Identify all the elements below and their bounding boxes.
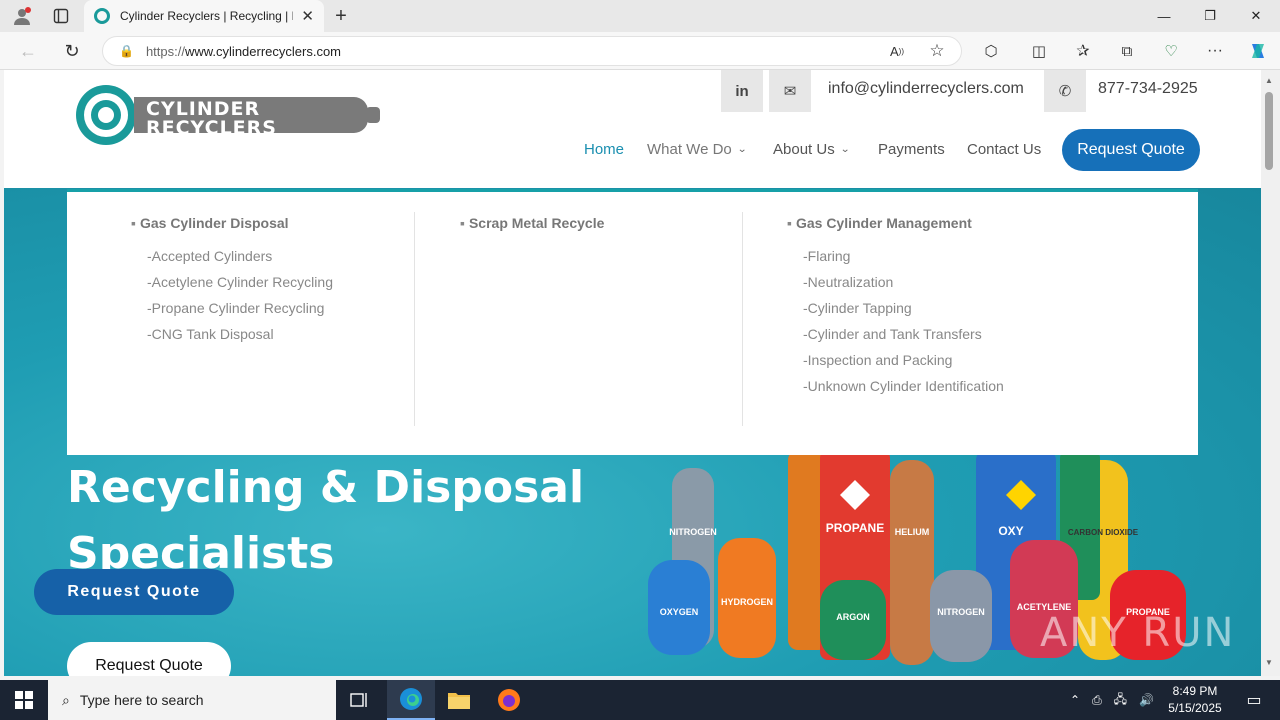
cylinder-label-oxygen: OXYGEN xyxy=(660,607,699,617)
floating-request-quote-button[interactable]: Request Quote xyxy=(34,569,234,615)
megamenu-item-cylinder-and-tank-transfers[interactable]: -Cylinder and Tank Transfers xyxy=(803,326,982,342)
split-screen-icon[interactable]: ◫ xyxy=(1028,40,1050,62)
tab-title: Cylinder Recyclers | Recycling | D xyxy=(120,9,294,23)
megamenu-column-1: ▪ Gas Cylinder Disposal -Accepted Cylinde… xyxy=(67,212,415,426)
restore-icon[interactable]: ❐ xyxy=(1187,0,1233,32)
what-we-do-megamenu: ▪ Gas Cylinder Disposal -Accepted Cylinde… xyxy=(67,189,1198,455)
cylinder-recyclers-logo[interactable]: CYLINDER RECYCLERS xyxy=(74,82,384,148)
search-icon: ⌕ xyxy=(62,691,70,708)
favorite-star-icon[interactable]: ☆ xyxy=(926,40,948,62)
copilot-icon[interactable] xyxy=(1246,40,1270,62)
web-page: CYLINDER RECYCLERS in ✉ info@cylinderrec… xyxy=(4,70,1261,676)
cylinder-label-carbon-dioxide: CARBON DIOXIDE xyxy=(1068,528,1139,537)
megamenu-item-neutralization[interactable]: -Neutralization xyxy=(803,274,893,290)
megamenu-column-3: ▪ Gas Cylinder Management -Flaring -Neutr… xyxy=(742,212,1198,426)
megamenu-item-flaring[interactable]: -Flaring xyxy=(803,248,850,264)
browser-toolbar: ← ↻ 🔒 https://www.cylinderrecyclers.com … xyxy=(0,32,1280,70)
megamenu-heading-gas-cylinder-management[interactable]: ▪ Gas Cylinder Management xyxy=(787,215,972,231)
refresh-icon[interactable]: ↻ xyxy=(60,40,84,62)
megamenu-item-accepted-cylinders[interactable]: -Accepted Cylinders xyxy=(147,248,272,264)
device-icon[interactable]: ⎙ xyxy=(1092,693,1102,708)
system-tray: ⌃ ⎙ 🖧 🔊 xyxy=(1070,680,1154,720)
hero-request-quote-button[interactable]: Request Quote xyxy=(67,642,231,676)
email-link[interactable]: info@cylinderrecyclers.com xyxy=(828,80,1024,98)
nav-about-us[interactable]: About Us ⌄ xyxy=(773,141,850,158)
logo-line2: RECYCLERS xyxy=(146,117,277,139)
browser-essentials-icon[interactable]: ♡ xyxy=(1160,40,1182,62)
cylinder-label-hydrogen: HYDROGEN xyxy=(721,597,773,607)
address-bar[interactable]: 🔒 https://www.cylinderrecyclers.com xyxy=(102,36,962,66)
nav-home[interactable]: Home xyxy=(584,141,624,158)
browser-tab-active[interactable]: Cylinder Recyclers | Recycling | D ✕ xyxy=(84,0,324,32)
phone-link[interactable]: 877-734-2925 xyxy=(1098,80,1198,98)
read-aloud-icon[interactable]: A)) xyxy=(886,41,908,61)
firefox-icon[interactable] xyxy=(485,680,533,720)
minimize-icon[interactable]: — xyxy=(1141,0,1187,32)
nav-contact-us[interactable]: Contact Us xyxy=(967,141,1041,158)
file-explorer-icon[interactable] xyxy=(435,680,483,720)
site-favicon-icon xyxy=(94,8,110,24)
clock-date: 5/15/2025 xyxy=(1168,701,1222,715)
profile-icon[interactable] xyxy=(10,6,34,26)
taskbar-clock[interactable]: 8:49 PM 5/15/2025 xyxy=(1160,683,1230,717)
megamenu-heading-gas-cylinder-disposal[interactable]: ▪ Gas Cylinder Disposal xyxy=(131,215,289,231)
scrollbar-thumb[interactable] xyxy=(1265,92,1273,170)
nav-what-we-do[interactable]: What We Do ⌄ xyxy=(647,141,747,158)
new-tab-icon[interactable]: + xyxy=(330,5,352,27)
chevron-down-icon: ⌄ xyxy=(839,144,850,155)
chevron-down-icon: ⌄ xyxy=(736,144,747,155)
megamenu-item-propane-cylinder-recycling[interactable]: -Propane Cylinder Recycling xyxy=(147,300,324,316)
more-menu-icon[interactable]: ··· xyxy=(1204,40,1226,62)
clock-time: 8:49 PM xyxy=(1172,684,1218,698)
scroll-down-icon[interactable]: ▼ xyxy=(1265,658,1273,667)
taskbar-search-placeholder: Type here to search xyxy=(79,692,204,708)
windows-start-icon[interactable] xyxy=(0,680,48,720)
windows-taskbar: ⌕ Type here to search ⌃ ⎙ 🖧 🔊 8:49 PM 5/… xyxy=(0,680,1280,720)
lock-icon[interactable]: 🔒 xyxy=(119,44,134,58)
email-icon[interactable]: ✉ xyxy=(769,70,811,112)
browser-tabstrip: Cylinder Recyclers | Recycling | D ✕ + —… xyxy=(0,0,1280,32)
cylinder-label-propane-1: PROPANE xyxy=(826,521,884,535)
megamenu-item-cylinder-tapping[interactable]: -Cylinder Tapping xyxy=(803,300,912,316)
cylinder-label-helium: HELIUM xyxy=(895,527,930,537)
cylinder-label-nitrogen-2: NITROGEN xyxy=(937,607,985,617)
megamenu-heading-scrap-metal-recycle[interactable]: ▪ Scrap Metal Recycle xyxy=(460,215,604,231)
cylinder-label-nitrogen-1: NITROGEN xyxy=(669,527,717,537)
network-icon[interactable]: 🖧 xyxy=(1114,690,1127,711)
task-view-icon[interactable] xyxy=(336,680,384,720)
nav-payments[interactable]: Payments xyxy=(878,141,945,158)
tab-actions-icon[interactable] xyxy=(50,6,72,26)
megamenu-item-cng-tank-disposal[interactable]: -CNG Tank Disposal xyxy=(147,326,274,342)
megamenu-column-2: ▪ Scrap Metal Recycle xyxy=(414,212,742,426)
cylinder-label-oxy: OXY xyxy=(998,524,1023,538)
linkedin-icon[interactable]: in xyxy=(721,70,763,112)
url-text: https://www.cylinderrecyclers.com xyxy=(145,43,342,59)
scroll-up-icon[interactable]: ▲ xyxy=(1265,76,1273,85)
taskbar-search-box[interactable]: ⌕ Type here to search xyxy=(48,680,336,720)
megamenu-item-inspection-and-packing[interactable]: -Inspection and Packing xyxy=(803,352,952,368)
edge-taskbar-icon[interactable] xyxy=(387,680,435,720)
hero-title-line1: Recycling & Disposal xyxy=(67,462,585,513)
megamenu-item-acetylene-cylinder-recycling[interactable]: -Acetylene Cylinder Recycling xyxy=(147,274,333,290)
megamenu-item-unknown-cylinder-identification[interactable]: -Unknown Cylinder Identification xyxy=(803,378,1004,394)
notifications-icon[interactable]: ▭ xyxy=(1230,680,1278,720)
tab-close-icon[interactable]: ✕ xyxy=(301,7,314,25)
favorites-icon[interactable]: ✰ xyxy=(1072,40,1094,62)
back-icon[interactable]: ← xyxy=(16,40,40,62)
volume-icon[interactable]: 🔊 xyxy=(1139,693,1154,707)
cylinder-label-argon: ARGON xyxy=(836,612,870,622)
extensions-icon[interactable]: ⬡ xyxy=(980,40,1002,62)
anyrun-watermark: ANY RUN xyxy=(1040,610,1236,656)
close-window-icon[interactable]: ✕ xyxy=(1233,0,1279,32)
show-hidden-icons-icon[interactable]: ⌃ xyxy=(1070,693,1080,707)
phone-icon[interactable]: ✆ xyxy=(1044,70,1086,112)
header-request-quote-button[interactable]: Request Quote xyxy=(1062,129,1200,171)
collections-icon[interactable]: ⧉ xyxy=(1116,40,1138,62)
